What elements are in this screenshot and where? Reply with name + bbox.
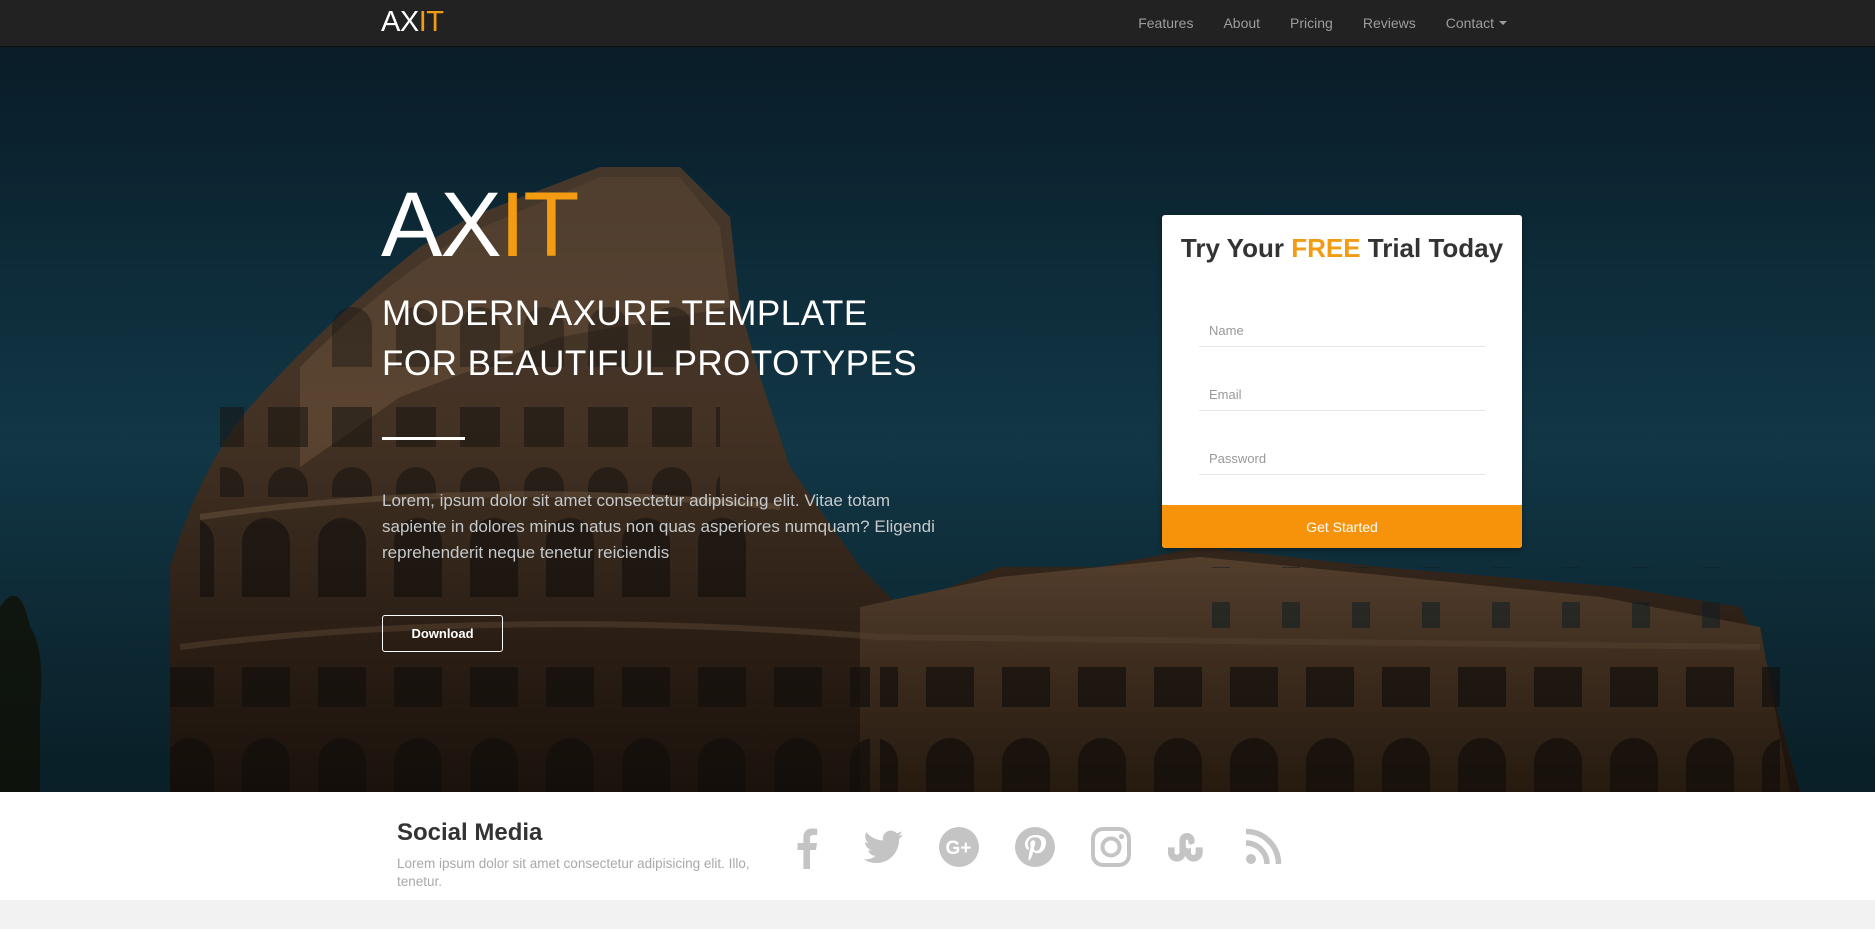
google-plus-icon[interactable]: G+ bbox=[936, 824, 982, 870]
page-footer-strip bbox=[0, 900, 1875, 929]
trial-signup-card: Try Your FREE Trial Today Get Started bbox=[1162, 215, 1522, 548]
nav-item-pricing[interactable]: Pricing bbox=[1290, 15, 1333, 31]
brand-prefix: AX bbox=[381, 6, 419, 38]
email-field[interactable] bbox=[1199, 378, 1485, 411]
hero-section: AXIT MODERN AXURE TEMPLATE FOR BEAUTIFUL… bbox=[0, 47, 1875, 792]
hero-title: MODERN AXURE TEMPLATE FOR BEAUTIFUL PROT… bbox=[382, 289, 982, 389]
twitter-icon[interactable] bbox=[860, 824, 906, 870]
nav-item-about[interactable]: About bbox=[1223, 15, 1260, 31]
download-button[interactable]: Download bbox=[382, 615, 503, 652]
facebook-icon[interactable] bbox=[784, 824, 830, 870]
nav-item-features[interactable]: Features bbox=[1138, 15, 1193, 31]
nav-item-contact[interactable]: Contact bbox=[1446, 15, 1507, 31]
nav-label: Pricing bbox=[1290, 15, 1333, 31]
trial-title-part: Trial Today bbox=[1360, 233, 1504, 263]
svg-text:G+: G+ bbox=[946, 838, 972, 859]
social-media-section: Social Media Lorem ipsum dolor sit amet … bbox=[0, 792, 1875, 900]
social-description: Lorem ipsum dolor sit amet consectetur a… bbox=[397, 856, 750, 889]
instagram-icon[interactable] bbox=[1088, 824, 1134, 870]
caret-down-icon bbox=[1499, 21, 1507, 25]
hero-description: Lorem, ipsum dolor sit amet consectetur … bbox=[382, 491, 935, 562]
hero-logo: AXIT bbox=[381, 174, 580, 276]
hero-divider bbox=[382, 437, 465, 440]
nav-label: Contact bbox=[1445, 15, 1494, 31]
hero-title-line: MODERN AXURE TEMPLATE bbox=[382, 294, 868, 333]
stumbleupon-icon[interactable] bbox=[1164, 824, 1210, 870]
hero-logo-accent: IT bbox=[499, 174, 580, 276]
social-icons: G+ bbox=[784, 817, 1316, 877]
password-field[interactable] bbox=[1199, 442, 1485, 475]
hero-overlay bbox=[0, 47, 1875, 792]
hero-title-line: FOR BEAUTIFUL PROTOTYPES bbox=[382, 344, 918, 383]
trial-title-part: Try Your bbox=[1180, 233, 1292, 263]
trial-title: Try Your FREE Trial Today bbox=[1162, 231, 1522, 265]
nav-item-reviews[interactable]: Reviews bbox=[1363, 15, 1416, 31]
nav-menu: Features About Pricing Reviews Contact bbox=[1108, 0, 1507, 46]
name-field[interactable] bbox=[1199, 314, 1485, 347]
pinterest-icon[interactable] bbox=[1012, 824, 1058, 870]
brand-logo[interactable]: AXIT bbox=[381, 6, 444, 38]
brand-accent: IT bbox=[418, 6, 444, 38]
social-title: Social Media bbox=[397, 819, 543, 846]
rss-icon[interactable] bbox=[1240, 824, 1286, 870]
nav-label: Reviews bbox=[1362, 15, 1416, 31]
trial-title-accent: FREE bbox=[1291, 233, 1361, 263]
nav-label: About bbox=[1223, 15, 1261, 31]
navbar: AXIT Features About Pricing Reviews Cont… bbox=[0, 0, 1875, 47]
nav-label: Features bbox=[1138, 15, 1194, 31]
get-started-button[interactable]: Get Started bbox=[1162, 505, 1522, 548]
hero-logo-prefix: AX bbox=[381, 174, 502, 276]
